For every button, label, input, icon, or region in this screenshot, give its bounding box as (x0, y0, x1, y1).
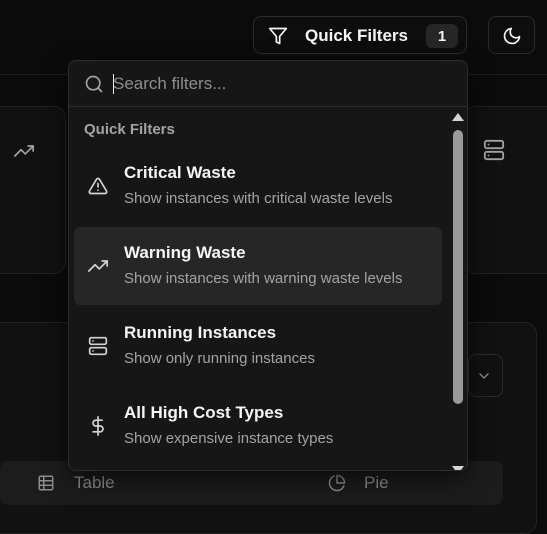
quick-filters-dropdown: Quick Filters Critical Waste Show instan… (68, 60, 468, 471)
quick-filters-label: Quick Filters (305, 26, 408, 45)
filter-item-high-cost-types[interactable]: All High Cost Types Show expensive insta… (74, 387, 442, 465)
filter-item-description: Show instances with warning waste levels (124, 270, 403, 287)
filter-item-title: All High Cost Types (124, 403, 284, 422)
filter-item-title: Warning Waste (124, 243, 246, 262)
filter-item-title: Running Instances (124, 323, 277, 342)
dollar-sign-icon (88, 416, 108, 436)
panel-select[interactable] (468, 354, 503, 397)
scroll-down-arrow-icon[interactable] (452, 466, 464, 470)
filter-item-title: Critical Waste (124, 163, 236, 182)
filter-funnel-icon (268, 26, 288, 46)
stat-card-left (0, 106, 66, 274)
active-filter-count-badge: 1 (426, 24, 458, 48)
alert-triangle-icon (88, 176, 108, 196)
pie-chart-icon (328, 474, 346, 497)
moon-icon (503, 27, 521, 45)
dropdown-scrollbar[interactable] (450, 113, 466, 470)
theme-toggle-button[interactable] (488, 16, 535, 54)
quick-filters-button[interactable]: Quick Filters 1 (253, 16, 467, 54)
filter-item-running-instances[interactable]: Running Instances Show only running inst… (74, 307, 442, 385)
server-icon (483, 139, 505, 166)
filter-item-description: Show instances with critical waste level… (124, 190, 393, 207)
chevron-down-icon (479, 373, 489, 379)
trending-up-icon (14, 141, 35, 166)
view-tab-pie[interactable]: Pie (364, 473, 389, 493)
filter-item-warning-waste[interactable]: Warning Waste Show instances with warnin… (74, 227, 442, 305)
trending-up-icon (88, 256, 108, 276)
text-cursor (113, 74, 114, 94)
filter-item-description: Show only running instances (124, 350, 315, 367)
group-label: Quick Filters (84, 121, 175, 138)
search-input[interactable] (113, 71, 443, 97)
filter-item-description: Show expensive instance types (124, 430, 334, 447)
filter-item-critical-waste[interactable]: Critical Waste Show instances with criti… (74, 147, 442, 225)
server-icon (88, 336, 108, 356)
table-icon (37, 474, 55, 497)
search-icon (84, 74, 104, 99)
scrollbar-thumb[interactable] (453, 130, 463, 404)
filter-search (69, 61, 467, 107)
view-tab-table[interactable]: Table (74, 473, 115, 493)
stat-card-right (464, 106, 547, 274)
scroll-up-arrow-icon[interactable] (452, 113, 464, 121)
